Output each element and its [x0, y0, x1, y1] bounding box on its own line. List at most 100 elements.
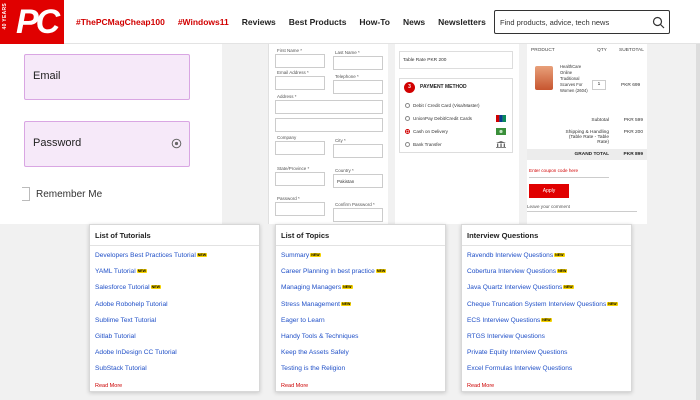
step-number: 3: [404, 81, 415, 93]
nav-cheap100[interactable]: #ThePCMagCheap100: [76, 17, 165, 27]
card-link[interactable]: Adobe InDesign CC Tutorial: [95, 349, 207, 365]
account-password-input[interactable]: [275, 202, 325, 216]
card-link[interactable]: Career Planning in best practice NEW: [281, 268, 387, 284]
country-select[interactable]: Pakistan: [333, 174, 383, 188]
payment-option-cod[interactable]: Cash on Delivery: [405, 129, 448, 134]
confirm-password-input[interactable]: [333, 208, 383, 222]
interview-questions-list: Ravendb Interview Questions NEW Cobertura …: [467, 252, 618, 382]
nav-newsletters[interactable]: Newsletters: [438, 17, 486, 27]
card-link[interactable]: Handy Tools & Techniques: [281, 333, 386, 349]
card-title: List of Topics: [276, 225, 445, 246]
nav-news[interactable]: News: [403, 17, 425, 27]
card-link[interactable]: Salesforce Tutorial NEW: [95, 284, 207, 300]
apply-coupon-button[interactable]: Apply: [529, 184, 569, 198]
card-link[interactable]: ECS Interview Questions NEW: [467, 317, 618, 333]
card-link[interactable]: Eager to Learn: [281, 317, 386, 333]
card-link[interactable]: Keep the Assets Safely: [281, 349, 386, 365]
card-link-text: Excel Formulas Interview Questions: [467, 365, 573, 373]
show-password-icon[interactable]: [171, 138, 182, 149]
address-label: Address *: [277, 94, 297, 99]
new-badge: NEW: [136, 269, 148, 274]
card-link[interactable]: Java Quartz Interview Questions NEW: [467, 284, 618, 300]
telephone-input[interactable]: [333, 80, 383, 94]
new-badge: NEW: [342, 285, 353, 290]
card-link-text: ECS Interview Questions: [467, 316, 541, 324]
email-field[interactable]: Email: [24, 54, 190, 100]
card-link[interactable]: SubStack Tutorial: [95, 365, 207, 381]
password-label-2: Password *: [277, 196, 300, 201]
nav-windows11[interactable]: #Windows11: [178, 17, 229, 27]
nav-best-products[interactable]: Best Products: [289, 17, 347, 27]
nav-reviews[interactable]: Reviews: [242, 17, 276, 27]
search-box: [494, 10, 670, 34]
card-link[interactable]: Cheque Truncation System Interview Quest…: [467, 301, 618, 317]
read-more-link[interactable]: Read More: [95, 383, 122, 389]
checkout-form: First Name * Last Name * Email Address *…: [268, 44, 388, 224]
col-qty: QTY: [597, 48, 607, 53]
last-name-input[interactable]: [333, 56, 383, 70]
card-link[interactable]: Testing is the Religion: [281, 365, 386, 381]
read-more-link[interactable]: Read More: [467, 383, 494, 389]
card-link[interactable]: Stress Management NEW: [281, 301, 386, 317]
address-input[interactable]: [275, 100, 383, 114]
city-input[interactable]: [333, 144, 383, 158]
card-link[interactable]: RTGS Interview Questions: [467, 333, 618, 349]
logo-text: PC: [16, 3, 60, 41]
read-more-link[interactable]: Read More: [281, 383, 308, 389]
remember-me[interactable]: Remember Me: [22, 187, 102, 201]
card-link-text: Gitlab Tutorial: [95, 332, 136, 340]
card-link[interactable]: Summary NEW: [281, 252, 386, 268]
password-field[interactable]: Password: [24, 121, 190, 167]
card-link[interactable]: Gitlab Tutorial: [95, 333, 207, 349]
card-link-text: Adobe Robohelp Tutorial: [95, 300, 168, 308]
first-name-input[interactable]: [275, 54, 325, 68]
subtotal-label: Subtotal: [591, 118, 609, 123]
payment-option-label: Cash on Delivery: [413, 129, 448, 134]
nav-how-to[interactable]: How-To: [359, 17, 390, 27]
card-link[interactable]: Excel Formulas Interview Questions: [467, 365, 618, 381]
payment-option-unionpay[interactable]: UnionPay Debit/Credit Cards: [405, 116, 472, 121]
search-input[interactable]: [500, 15, 650, 30]
radio-button[interactable]: [405, 142, 410, 147]
quantity-stepper[interactable]: 1: [592, 80, 606, 90]
remember-checkbox[interactable]: [22, 187, 30, 201]
card-link-text: Cobertura Interview Questions: [467, 268, 557, 276]
product-thumbnail[interactable]: [535, 66, 553, 90]
comment-input[interactable]: Leave your comment: [527, 204, 637, 212]
coupon-input[interactable]: Enter coupon code here: [529, 166, 609, 178]
email-address-input[interactable]: [275, 76, 325, 90]
company-input[interactable]: [275, 141, 325, 155]
search-icon[interactable]: [652, 16, 665, 29]
card-link-text: Handy Tools & Techniques: [281, 332, 359, 340]
payment-option-card[interactable]: Debit / Credit Card (Visa/Master): [405, 103, 480, 108]
card-link[interactable]: Managing Managers NEW: [281, 284, 386, 300]
address-input-2[interactable]: [275, 118, 383, 132]
card-link-text: Ravendb Interview Questions: [467, 252, 554, 259]
card-link-text: Managing Managers: [281, 284, 342, 292]
site-header: 40 YEARS PC #ThePCMagCheap100 #Windows11…: [0, 0, 700, 44]
radio-button-selected[interactable]: [405, 129, 410, 134]
card-link[interactable]: Cobertura Interview Questions NEW: [467, 268, 618, 284]
radio-button[interactable]: [405, 103, 410, 108]
card-link-text: Java Quartz Interview Questions: [467, 284, 563, 292]
card-link[interactable]: Adobe Robohelp Tutorial: [95, 301, 207, 317]
shipping-value: PKR 200: [623, 130, 643, 135]
card-link[interactable]: Private Equity Interview Questions: [467, 349, 618, 365]
col-product: PRODUCT: [531, 48, 555, 53]
company-label: Company: [277, 135, 297, 140]
card-link-text: RTGS Interview Questions: [467, 332, 545, 340]
first-name-label: First Name *: [277, 48, 303, 53]
card-link[interactable]: YAML Tutorial NEW: [95, 268, 207, 284]
page-scrollbar[interactable]: [696, 44, 700, 400]
radio-button[interactable]: [405, 116, 410, 121]
state-select[interactable]: [275, 172, 325, 186]
card-link-text: SubStack Tutorial: [95, 365, 147, 373]
item-price: PKR 699: [621, 83, 641, 88]
card-link-text: YAML Tutorial: [95, 268, 136, 276]
pcmag-logo[interactable]: 40 YEARS PC: [0, 0, 64, 44]
card-link[interactable]: Developers Best Practices Tutorial NEW: [95, 252, 208, 268]
card-link[interactable]: Sublime Text Tutorial: [95, 317, 207, 333]
card-link[interactable]: Ravendb Interview Questions NEW: [467, 252, 618, 268]
product-name[interactable]: HealthCare Online Traditional Scarves Fo…: [560, 64, 588, 94]
payment-option-bank[interactable]: Bank Transfer: [405, 142, 442, 147]
